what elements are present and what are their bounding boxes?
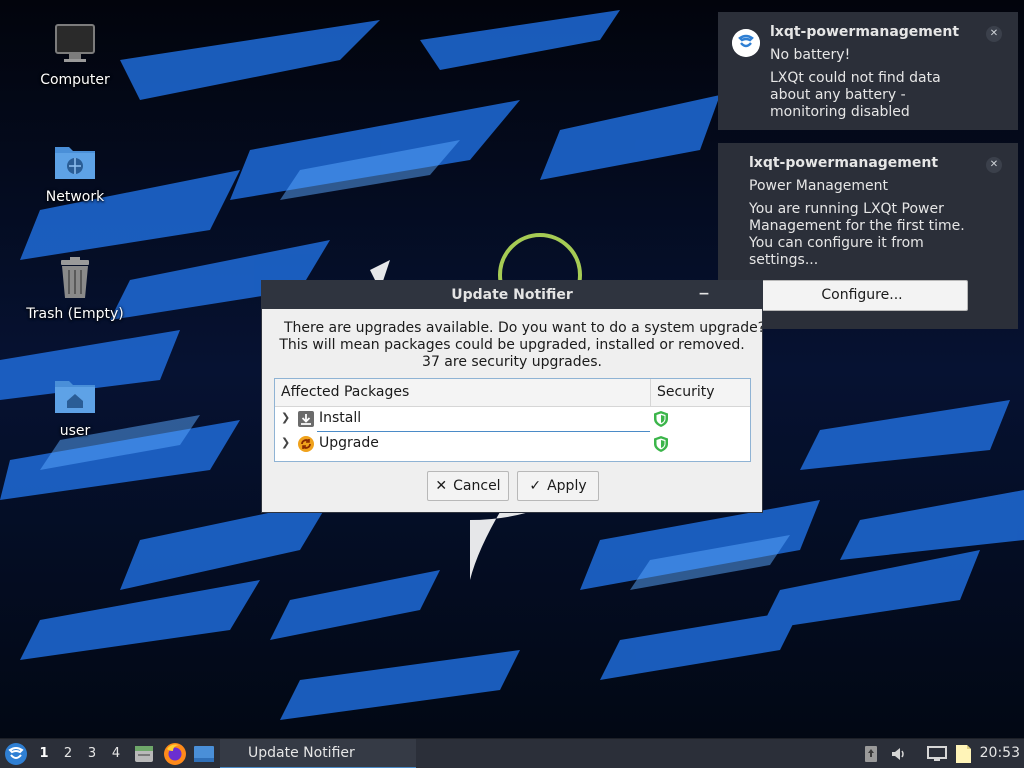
- tree-header: Affected Packages Security: [275, 379, 750, 407]
- tree-row-upgrade[interactable]: ❯ Upgrade: [275, 432, 750, 457]
- dialog-message: There are upgrades available. Do you wan…: [262, 309, 762, 371]
- update-notifier-dialog: Update Notifier − There are upgrades ava…: [261, 280, 763, 513]
- desktop-icon-label: Computer: [40, 72, 110, 88]
- notification-body-line: Management for the first time.: [749, 218, 965, 234]
- taskbar: 1 2 3 4 Update Notifier 20:53: [0, 738, 1024, 768]
- notification-app-name: lxqt-powermanagement: [749, 155, 939, 171]
- notification-summary: No battery!: [770, 47, 851, 63]
- cancel-button[interactable]: ✕ Cancel: [427, 471, 509, 501]
- notes-tray-icon[interactable]: [954, 744, 972, 764]
- update-tray-icon[interactable]: [862, 745, 880, 763]
- show-desktop-icon[interactable]: [193, 743, 215, 765]
- expand-arrow-icon[interactable]: ❯: [281, 411, 290, 424]
- dialog-title: Update Notifier: [451, 287, 573, 303]
- lxqt-menu-icon[interactable]: [4, 742, 28, 766]
- desktop-icon-trash[interactable]: Trash (Empty): [15, 256, 135, 322]
- dialog-message-line: 37 are security upgrades.: [422, 354, 602, 370]
- clock[interactable]: 20:53: [980, 739, 1020, 768]
- desktop-icon-network[interactable]: Network: [15, 139, 135, 205]
- notification-app-name: lxqt-powermanagement: [770, 24, 960, 40]
- cancel-button-label: Cancel: [453, 478, 501, 494]
- tree-row-install[interactable]: ❯ Install: [275, 407, 750, 432]
- lxqt-logo-icon: [732, 29, 760, 57]
- notification-body-line: settings...: [749, 252, 819, 268]
- desktop-icon-label: Network: [45, 189, 105, 205]
- notification-power-management[interactable]: lxqt-powermanagement Power Management Yo…: [718, 143, 1018, 329]
- desktop-switch-2[interactable]: 2: [56, 739, 80, 768]
- checkmark-icon: ✓: [529, 478, 542, 494]
- upgrade-icon: [298, 436, 314, 452]
- notification-body-line: LXQt could not find data: [770, 70, 941, 86]
- dialog-message-line: This will mean packages could be upgrade…: [279, 337, 745, 353]
- desktop-icon-label: Trash (Empty): [26, 306, 124, 322]
- row-label: Install: [319, 410, 362, 426]
- notification-no-battery[interactable]: lxqt-powermanagement No battery! LXQt co…: [718, 12, 1018, 130]
- desktop-icon-computer[interactable]: Computer: [15, 22, 135, 88]
- dialog-titlebar[interactable]: Update Notifier −: [262, 281, 762, 309]
- notification-body-line: about any battery -: [770, 87, 906, 103]
- close-icon[interactable]: ✕: [986, 26, 1002, 42]
- minimize-button[interactable]: −: [696, 281, 712, 309]
- expand-arrow-icon[interactable]: ❯: [281, 436, 290, 449]
- volume-icon[interactable]: [890, 745, 908, 763]
- desktop-icon-label: user: [59, 423, 91, 439]
- shield-icon: [654, 411, 668, 427]
- apply-button[interactable]: ✓ Apply: [517, 471, 599, 501]
- notification-body-line: You can configure it from: [749, 235, 924, 251]
- packages-tree: Affected Packages Security ❯ Install ❯ U…: [274, 378, 751, 462]
- close-icon[interactable]: ✕: [986, 157, 1002, 173]
- desktop-icon-user-home[interactable]: user: [15, 373, 135, 439]
- task-title: Update Notifier: [248, 745, 355, 761]
- notification-body-line: monitoring disabled: [770, 104, 910, 120]
- network-tray-icon[interactable]: [927, 745, 947, 763]
- notification-body-line: You are running LXQt Power: [749, 201, 944, 217]
- file-manager-icon[interactable]: [133, 743, 155, 765]
- configure-button[interactable]: Configure...: [756, 280, 968, 311]
- dialog-message-line: There are upgrades available. Do you wan…: [284, 320, 762, 336]
- cancel-x-icon: ✕: [435, 478, 448, 494]
- shield-icon: [654, 436, 668, 452]
- notification-summary: Power Management: [749, 178, 889, 194]
- desktop-switch-4[interactable]: 4: [104, 739, 128, 768]
- row-label: Upgrade: [319, 435, 379, 451]
- desktop-switch-1[interactable]: 1: [32, 739, 56, 768]
- firefox-icon[interactable]: [163, 742, 187, 766]
- trash-icon: [61, 257, 89, 298]
- desktop-switch-3[interactable]: 3: [80, 739, 104, 768]
- network-folder-icon: [55, 147, 95, 179]
- computer-icon: [55, 24, 95, 62]
- column-header-security[interactable]: Security: [651, 379, 715, 406]
- taskbar-task-update-notifier[interactable]: Update Notifier: [220, 739, 416, 768]
- apply-button-label: Apply: [547, 478, 587, 494]
- home-folder-icon: [55, 381, 95, 413]
- column-header-affected-packages[interactable]: Affected Packages: [275, 379, 651, 406]
- download-icon: [298, 411, 314, 427]
